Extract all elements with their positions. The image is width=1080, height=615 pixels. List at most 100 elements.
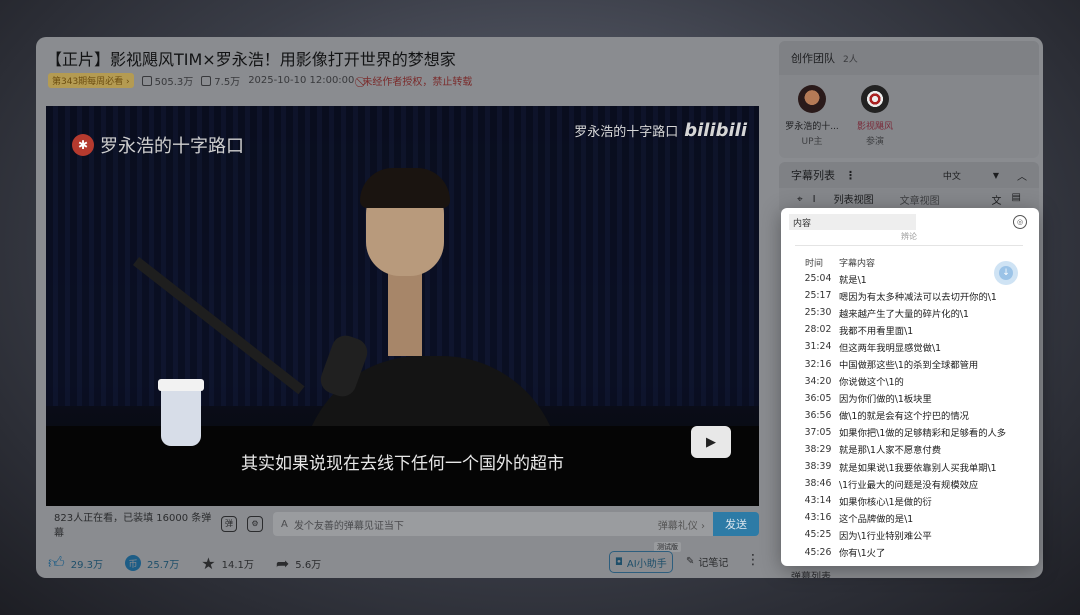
danmaku-bar: 823人正在看，已装填 16000 条弹幕 弹 ⚙ A 发个友善的弹幕见证当下 … (46, 512, 759, 539)
video-player[interactable]: ✱ 罗永浩的十字路口 罗永浩的十字路口 bilibili 其实如果说现在去线下任何… (46, 106, 759, 506)
subtitle-text: 因为你们做的\1板块里 (839, 394, 932, 406)
subtitle-columns: 时间 字幕内容 (805, 256, 875, 269)
subtitle-text: 这个品牌做的是\1 (839, 513, 914, 525)
divider (795, 245, 1023, 246)
subtitle-row[interactable]: 38:39 就是如果说\1我要依靠别人买我单期\1 (797, 458, 1025, 475)
subtitle-row[interactable]: 43:16 这个品牌做的是\1 (797, 509, 1025, 526)
subtitle-search-input[interactable]: 内容 (789, 214, 916, 230)
video-title: 【正片】影视飓风TIM×罗永浩！用影像打开世界的梦想家 (46, 50, 456, 69)
column-time: 时间 (805, 259, 824, 269)
subtitle-row[interactable]: 25:04 就是\1 (797, 270, 1025, 287)
team-header: 创作团队 2人 (779, 41, 1039, 75)
tab-list-view[interactable]: 列表视图 (825, 189, 882, 210)
channel-watermark-left: ✱ 罗永浩的十字路口 (72, 132, 244, 158)
subtitle-row[interactable]: 45:26 你有\1火了 (797, 544, 1025, 561)
danmaku-input[interactable]: A 发个友善的弹幕见证当下 弹幕礼仪 › (273, 512, 713, 536)
subtitle-row[interactable]: 32:16 中国做那这些\1的杀到全球都管用 (797, 355, 1025, 372)
danmaku-list-header[interactable]: 弹幕列表 (779, 568, 1039, 578)
share-arrow-icon: ➦ (275, 553, 290, 573)
subtitle-text: 做\1的就是会有这个拧巴的情况 (839, 411, 969, 423)
danmaku-etiquette-link[interactable]: 弹幕礼仪 › (658, 517, 705, 532)
subtitle-text: 因为\1行业特别难公平 (839, 530, 932, 542)
subtitle-time: 37:05 (804, 426, 832, 438)
video-subtitle: 其实如果说现在去线下任何一个国外的超市 (241, 454, 564, 474)
subtitle-row[interactable]: 34:20 你说做这个\1的 (797, 373, 1025, 390)
subtitle-time: 43:16 (804, 512, 832, 524)
subtitle-time: 31:24 (804, 341, 832, 353)
notes-button[interactable]: ✎ 记笔记 (686, 554, 728, 569)
subtitle-time: 43:14 (804, 495, 832, 507)
team-member[interactable]: 罗永浩的十... UP主 (782, 85, 842, 147)
subtitle-row[interactable]: 25:30 越来越产生了大量的碎片化的\1 (797, 304, 1025, 321)
tab-article-view[interactable]: 文章视图 (892, 190, 948, 209)
weekly-badge[interactable]: 第343期每周必看 › (48, 72, 134, 88)
danmaku-placeholder: 发个友善的弹幕见证当下 (293, 520, 404, 532)
subtitle-text: 你有\1火了 (839, 548, 886, 560)
subtitle-text: 你说做这个\1的 (839, 377, 904, 389)
subtitle-row[interactable]: 31:24 但这两年我明显感觉做\1 (797, 338, 1025, 355)
subtitle-text: 中国做那这些\1的杀到全球都管用 (839, 360, 979, 372)
star-icon: ★ (201, 553, 216, 573)
avatar[interactable] (861, 85, 889, 113)
thumbs-up-icon: 👍︎ (48, 553, 65, 572)
subtitle-text: 就是那\1人家不愿意付费 (839, 445, 942, 457)
subtitle-row[interactable]: 25:17 嗯因为有太多种减法可以去切开你的\1 (797, 287, 1025, 304)
subtitle-row[interactable]: 37:05 如果你把\1做的足够精彩和足够看的人多 (797, 424, 1025, 441)
note-icon: ✎ (686, 556, 695, 567)
translate-icon[interactable]: 文 (992, 192, 1002, 207)
subtitle-time: 28:02 (804, 324, 832, 336)
text-cursor-icon[interactable]: Ⅰ (813, 194, 816, 205)
subtitle-time: 34:20 (804, 375, 832, 387)
subtitle-row[interactable]: 45:25 因为\1行业特别难公平 (797, 526, 1025, 543)
subtitle-toolbar: ⌖ Ⅰ 列表视图 文章视图 文 ▤ (779, 188, 1039, 210)
clipped-text: 辨论 (901, 232, 917, 241)
subtitle-row[interactable]: 38:29 就是那\1人家不愿意付费 (797, 441, 1025, 458)
font-style-icon[interactable]: A (281, 519, 288, 530)
speaker-hair (360, 168, 450, 208)
subtitle-text: 但这两年我明显感觉做\1 (839, 342, 942, 354)
subtitle-time: 38:39 (804, 461, 832, 473)
subtitle-list: 25:04 就是\1 25:17 嗯因为有太多种减法可以去切开你的\1 25:30 越来越… (797, 270, 1025, 561)
copyright-notice: ⃠未经作者授权，禁止转载 (362, 76, 473, 88)
video-meta: 第343期每周必看 › 505.3万 7.5万 2025-10-10 12:00… (48, 72, 472, 88)
clipboard-icon[interactable]: ▤ (1012, 192, 1021, 207)
subtitle-row[interactable]: 36:56 做\1的就是会有这个拧巴的情况 (797, 407, 1025, 424)
subtitle-menu-icon[interactable]: ⋮ (845, 169, 856, 182)
danmaku-settings-icon[interactable]: ⚙ (247, 516, 263, 532)
team-member[interactable]: 影视飓风 参演 (845, 85, 905, 147)
coffee-cup-lid (158, 379, 204, 391)
creator-team-panel: 创作团队 2人 罗永浩的十... UP主 影视飓风 参演 (779, 41, 1039, 158)
column-content: 字幕内容 (839, 259, 876, 269)
subtitle-text: 就是如果说\1我要依靠别人买我单期\1 (839, 462, 997, 474)
subtitle-row[interactable]: 36:05 因为你们做的\1板块里 (797, 390, 1025, 407)
more-options-icon[interactable]: ⋮ (746, 552, 760, 568)
crossroad-logo-icon: ✱ (72, 134, 94, 156)
subtitle-text: 如果你核心\1是做的衍 (839, 496, 932, 508)
language-select[interactable]: 中文 (943, 169, 961, 182)
avatar[interactable] (798, 85, 826, 113)
ai-search-icon[interactable]: ◎ (1013, 215, 1027, 229)
share-button[interactable]: ➦ 5.6万 (276, 554, 321, 573)
subtitle-text: 如果你把\1做的足够精彩和足够看的人多 (839, 428, 1007, 440)
subtitle-row[interactable]: 38:46 \1行业最大的问题是没有规模效应 (797, 475, 1025, 492)
ai-assistant-button[interactable]: ◘ AI小助手 (609, 551, 673, 573)
danmaku-toggle-icon[interactable]: 弹 (221, 516, 237, 532)
subtitle-row[interactable]: 28:02 我都不用看里面\1 (797, 321, 1025, 338)
chevron-down-icon[interactable]: ▼ (993, 171, 999, 180)
coin-icon: 币 (125, 555, 141, 571)
collapse-icon[interactable]: ︿ (1017, 168, 1027, 183)
subtitle-time: 25:04 (804, 273, 832, 285)
favorite-button[interactable]: ★ 14.1万 (201, 554, 254, 573)
speaker-neck (388, 266, 422, 356)
subtitle-search-panel: 内容 ◎ 辨论 时间 字幕内容 ↓ 25:04 就是\1 25:17 嗯因为有太多种减… (781, 208, 1039, 566)
like-button[interactable]: 👍︎ 29.3万 (48, 553, 103, 573)
send-button[interactable]: 发送 (713, 512, 759, 536)
subtitle-time: 45:25 (804, 529, 832, 541)
subtitle-time: 32:16 (804, 358, 832, 370)
subtitle-text: \1行业最大的问题是没有规模效应 (839, 479, 979, 491)
coin-button[interactable]: 币 25.7万 (125, 555, 179, 571)
locate-icon[interactable]: ⌖ (797, 194, 803, 205)
subtitle-row[interactable]: 43:14 如果你核心\1是做的衍 (797, 492, 1025, 509)
subtitle-text: 就是\1 (839, 274, 867, 286)
robot-icon: ◘ (615, 556, 623, 568)
